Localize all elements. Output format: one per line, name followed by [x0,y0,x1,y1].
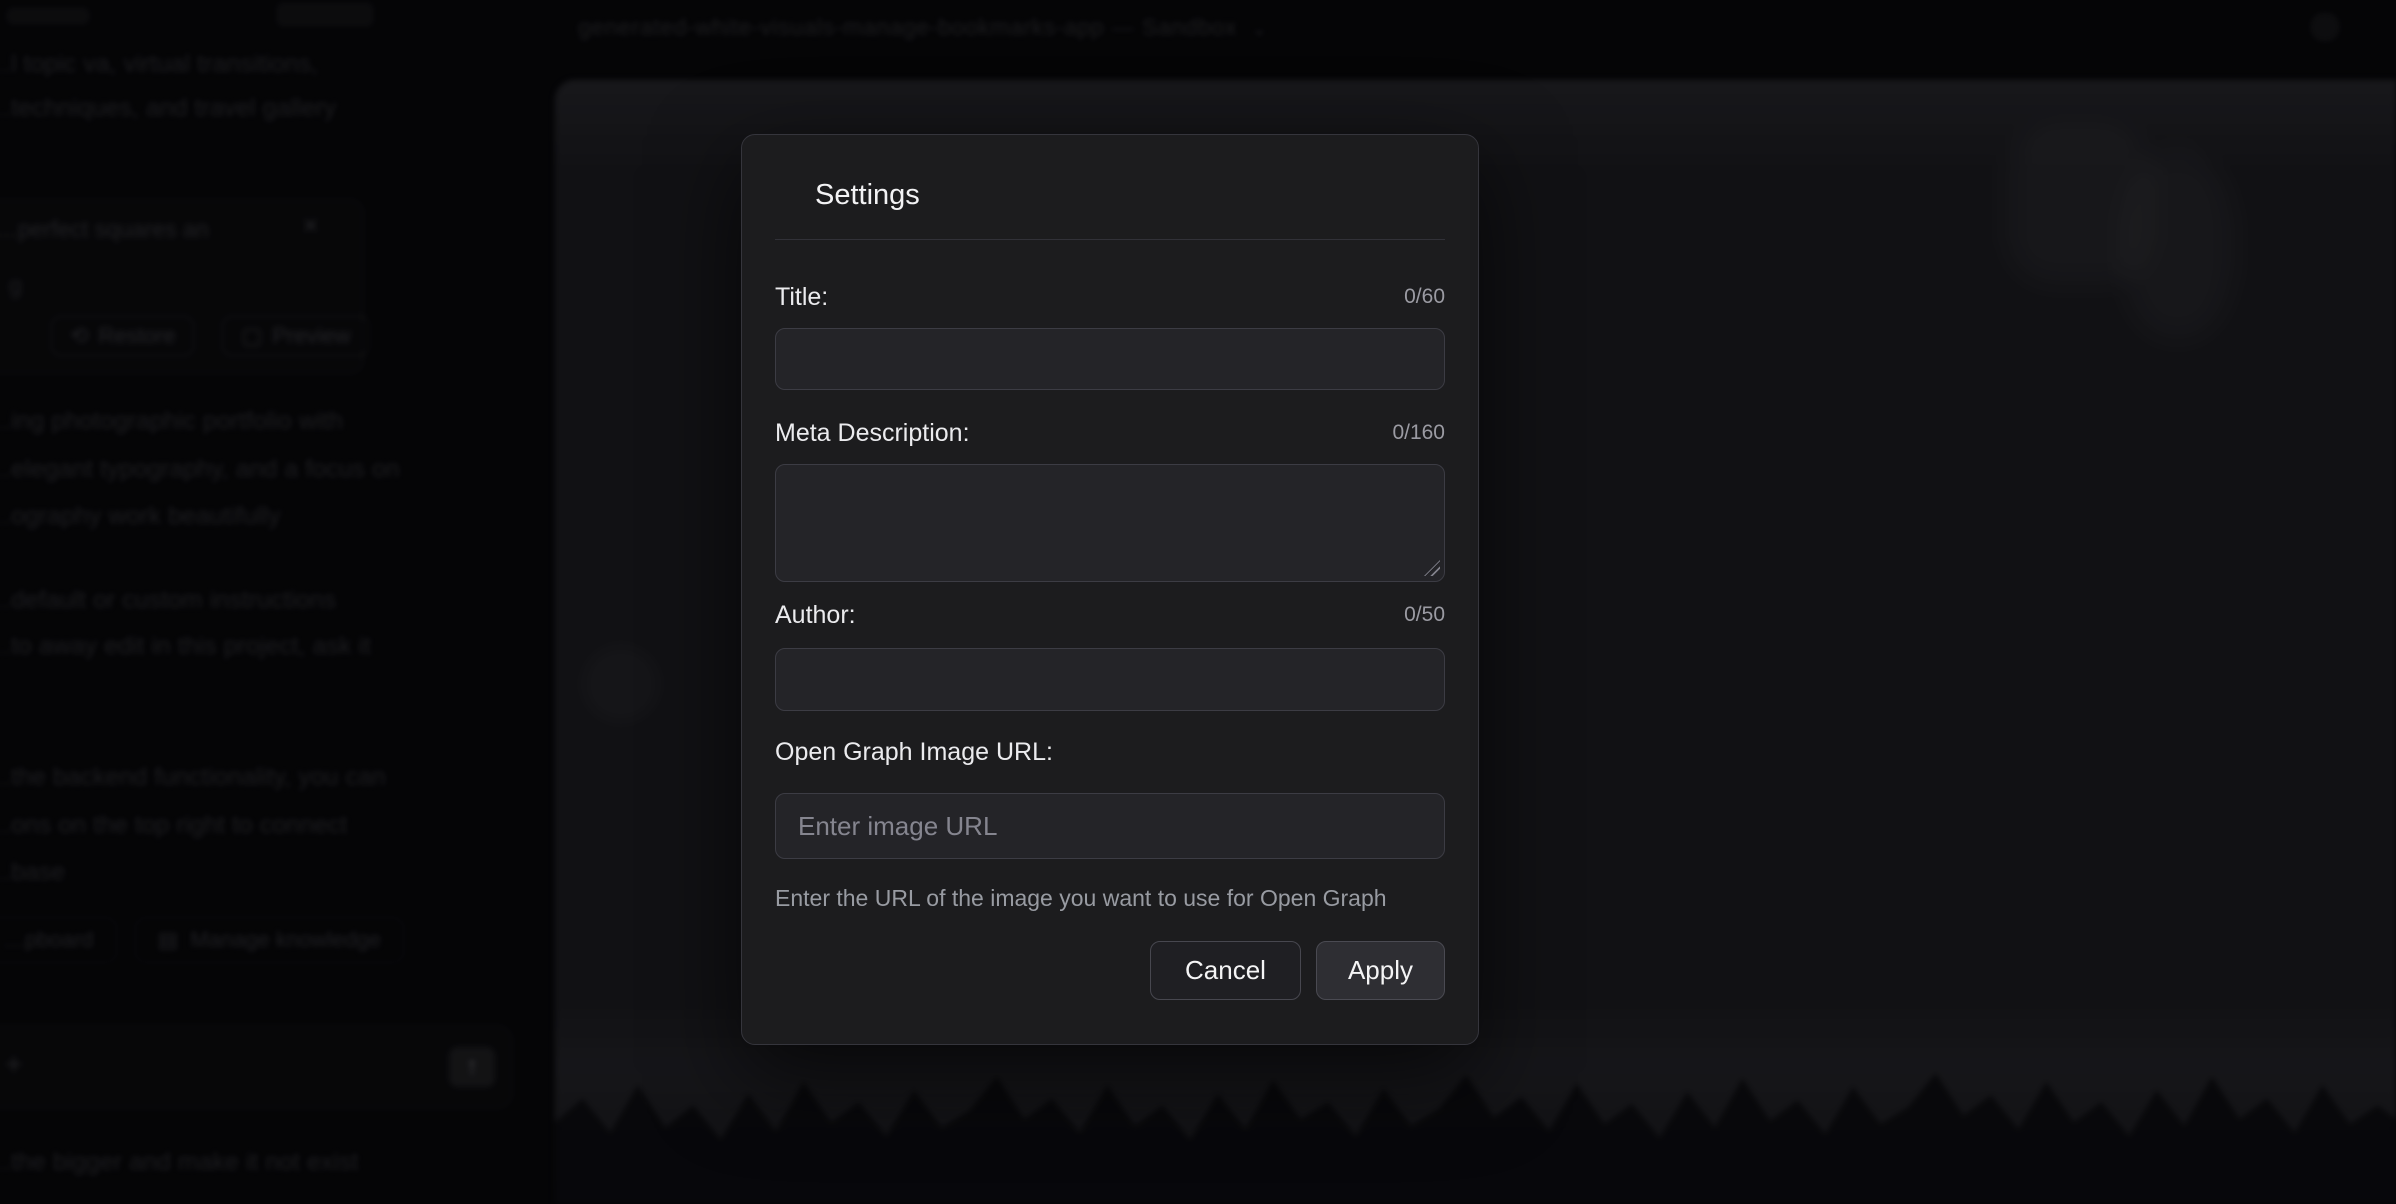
divider [775,239,1445,240]
og-image-url-label: Open Graph Image URL: [775,738,1053,767]
cancel-button[interactable]: Cancel [1150,941,1301,1000]
author-input[interactable] [775,648,1445,711]
og-image-helper-text: Enter the URL of the image you want to u… [775,885,1445,912]
author-counter: 0/50 [1404,603,1445,627]
meta-description-textarea[interactable] [775,464,1445,582]
title-input[interactable] [775,328,1445,390]
apply-button[interactable]: Apply [1316,941,1445,1000]
settings-dialog: Settings Title: 0/60 Meta Description: 0… [741,134,1479,1045]
title-counter: 0/60 [1404,285,1445,309]
author-label: Author: [775,601,856,630]
title-label: Title: [775,283,828,312]
meta-description-counter: 0/160 [1392,421,1445,445]
app-screen: generated-white-visuals-manage-bookmarks… [0,0,2396,1204]
dialog-title: Settings [815,175,1445,215]
meta-description-label: Meta Description: [775,419,970,448]
og-image-url-input[interactable] [775,793,1445,859]
